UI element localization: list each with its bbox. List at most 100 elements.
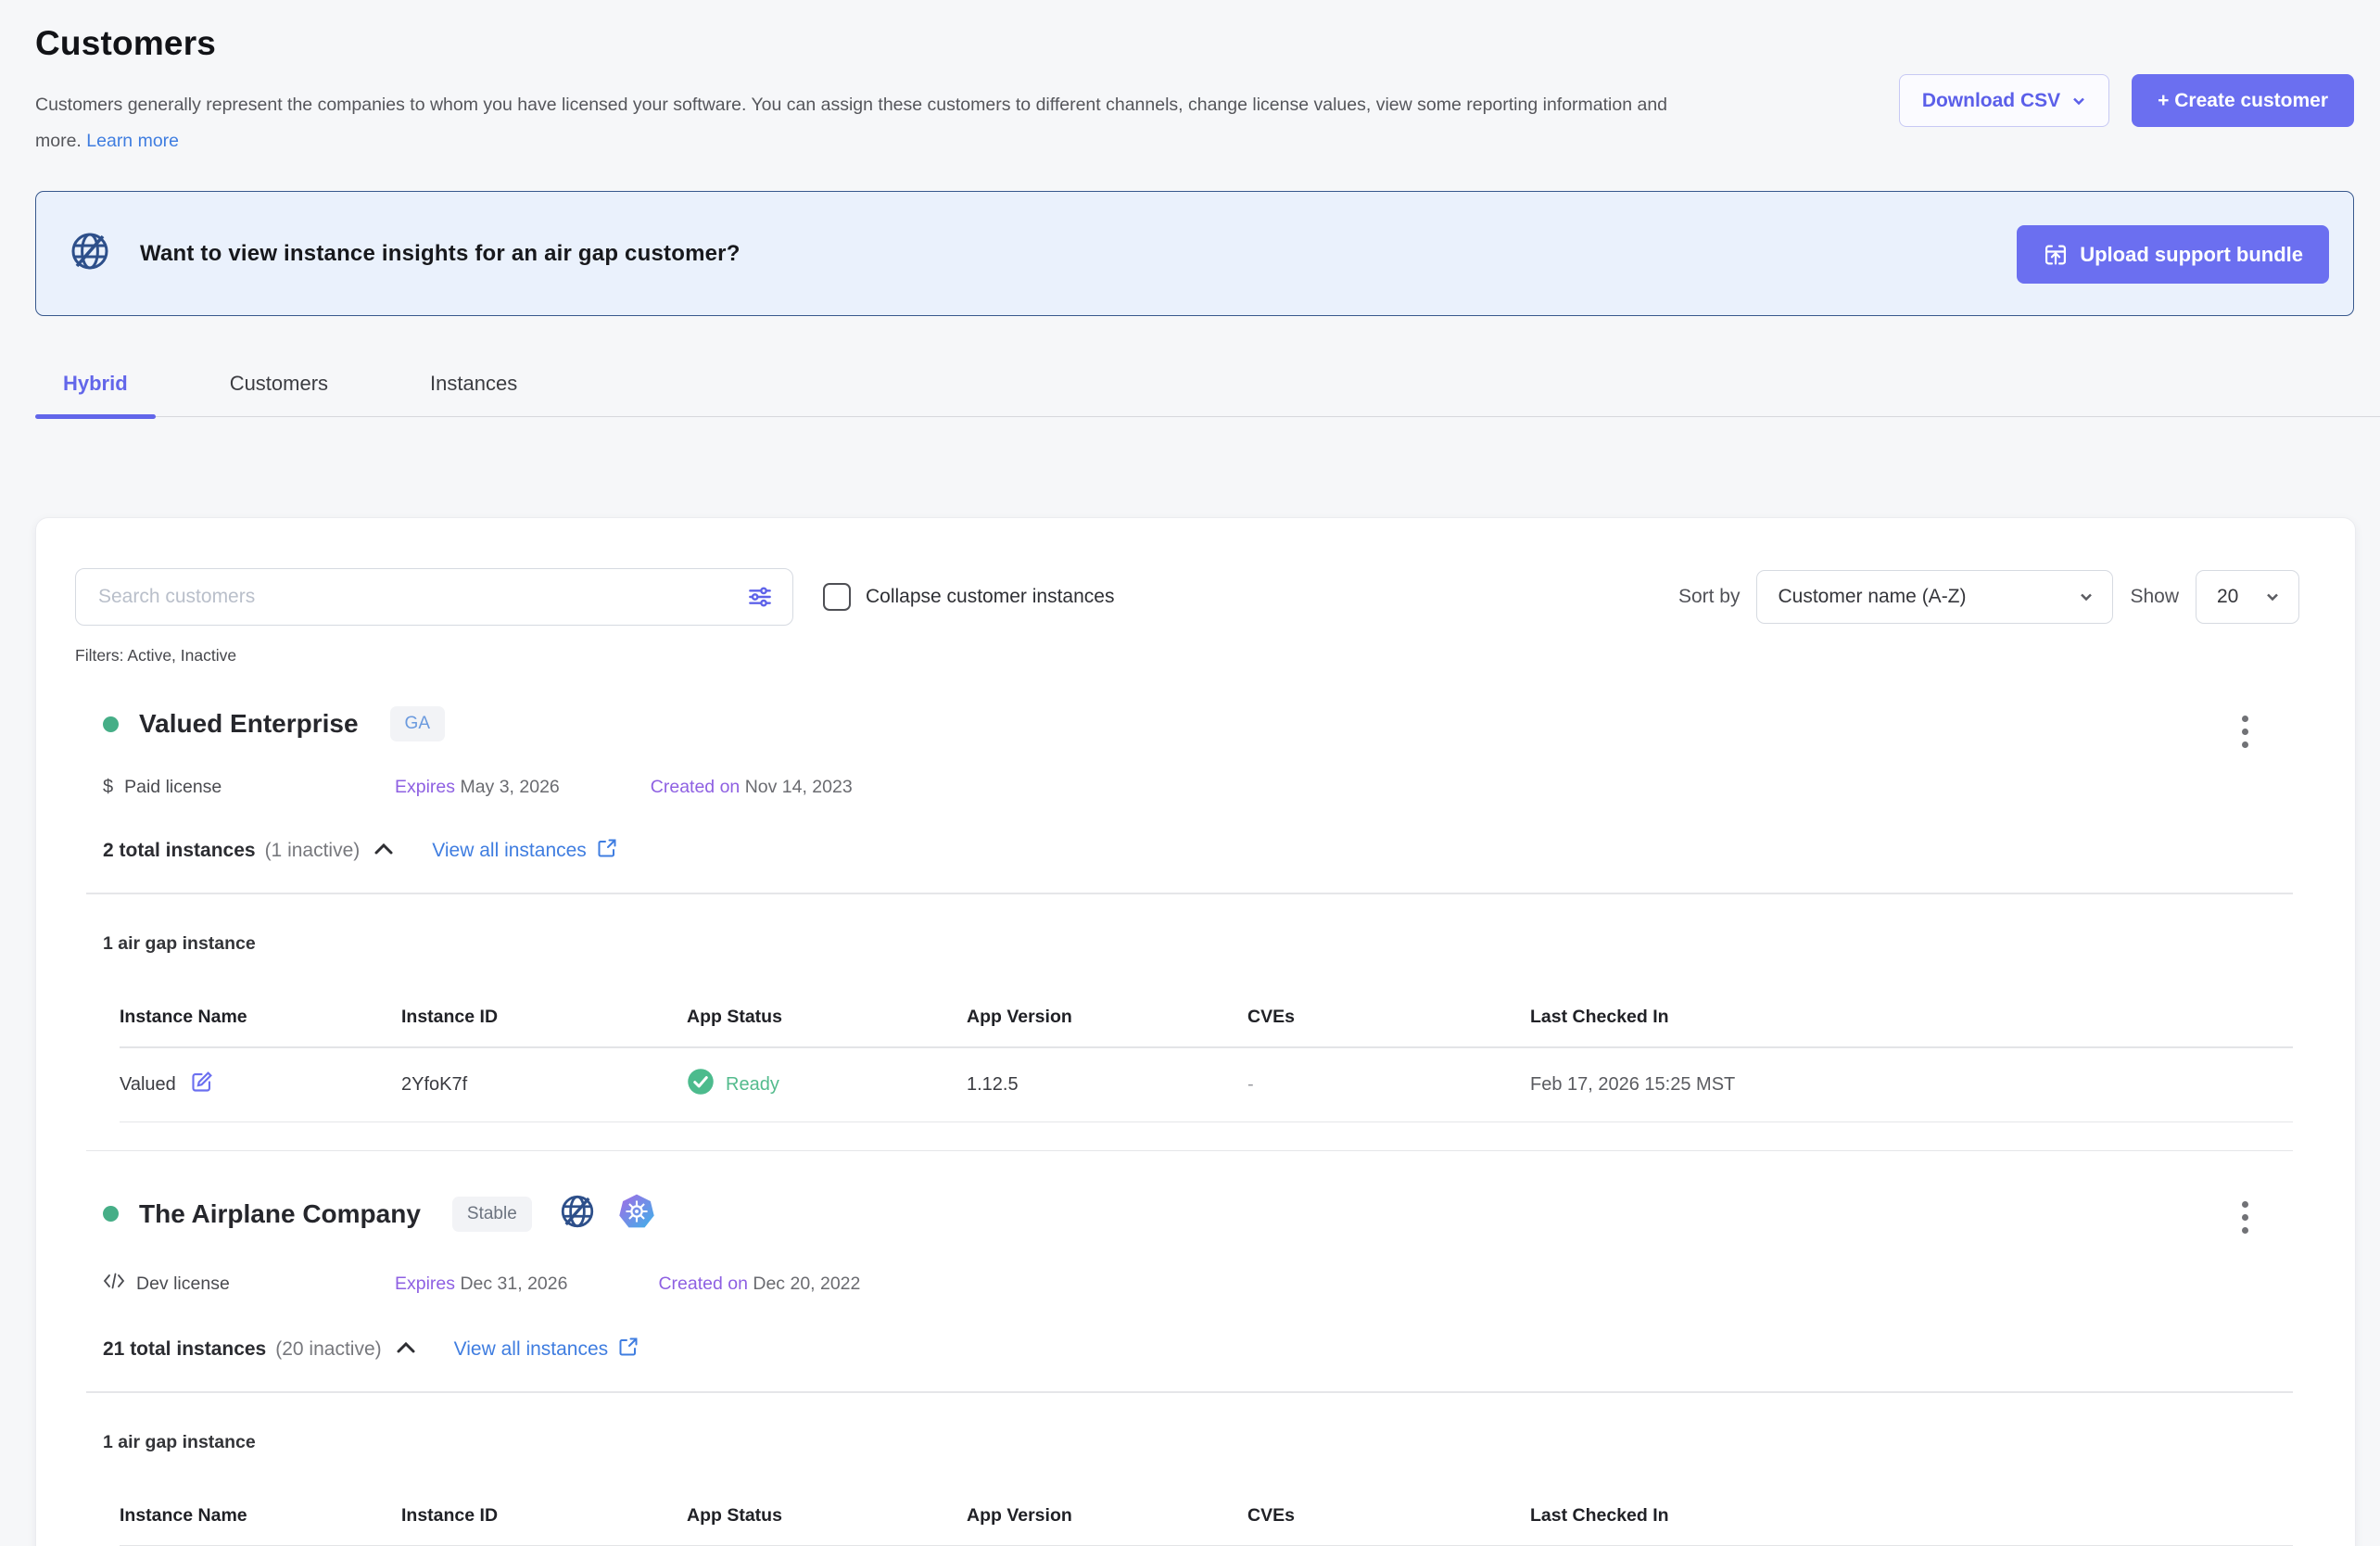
- expires-meta: Expires Dec 31, 2026: [395, 1274, 567, 1295]
- last-checked-in: Feb 17, 2026 15:25 MST: [1530, 1074, 2293, 1096]
- active-filters-text: Filters: Active, Inactive: [75, 646, 2316, 665]
- view-all-instances-label: View all instances: [454, 1338, 609, 1361]
- airgap-globe-icon: [558, 1192, 597, 1236]
- chevron-down-icon: [2265, 589, 2280, 604]
- airgap-insights-banner: Want to view instance insights for an ai…: [35, 191, 2354, 316]
- upload-support-bundle-label: Upload support bundle: [2080, 243, 2303, 267]
- license-type: $ Paid license: [103, 777, 395, 798]
- customer-icons: [558, 1192, 656, 1236]
- active-status-dot: [103, 1206, 119, 1222]
- customer-name: Valued Enterprise: [139, 709, 359, 739]
- expires-value: Dec 31, 2026: [460, 1274, 567, 1294]
- download-csv-button[interactable]: Download CSV: [1899, 74, 2109, 127]
- customer-actions-menu-button[interactable]: [2238, 716, 2251, 748]
- column-header: App Version: [967, 1007, 1247, 1028]
- airgap-instance-heading: 1 air gap instance: [103, 1432, 2316, 1453]
- upload-support-bundle-button[interactable]: Upload support bundle: [2017, 225, 2329, 284]
- show-count-value: 20: [2217, 586, 2238, 608]
- app-version: 1.12.5: [967, 1074, 1247, 1096]
- customer-actions-menu-button[interactable]: [2238, 1201, 2251, 1234]
- total-instances-count: 2 total instances: [103, 840, 256, 862]
- collapse-instances-toggle[interactable]: [395, 1339, 417, 1361]
- airgap-instance-heading: 1 air gap instance: [103, 933, 2316, 955]
- customer-section: The Airplane Company Stable: [75, 1151, 2316, 1546]
- airgap-banner-icon: [68, 229, 112, 278]
- column-header: CVEs: [1247, 1505, 1530, 1527]
- external-link-slot: [617, 1336, 639, 1363]
- column-header: Last Checked In: [1530, 1505, 2293, 1527]
- instance-row: Valued 2YfoK7f Ready 1.12.5 - Feb 17, 20…: [120, 1048, 2293, 1122]
- expires-value: May 3, 2026: [460, 777, 559, 797]
- external-link-icon: [617, 1336, 639, 1363]
- tab-hybrid[interactable]: Hybrid: [35, 359, 156, 416]
- license-type: Dev license: [103, 1271, 395, 1297]
- dev-license-code-icon: [103, 1271, 125, 1297]
- view-all-instances-link[interactable]: View all instances: [432, 837, 618, 865]
- external-link-icon: [596, 837, 618, 865]
- view-all-instances-link[interactable]: View all instances: [454, 1336, 640, 1363]
- instance-id: 2YfoK7f: [401, 1074, 687, 1096]
- external-link-slot: [596, 837, 618, 865]
- created-on-value: Nov 14, 2023: [745, 777, 853, 797]
- inactive-instances-count: (1 inactive): [265, 840, 361, 862]
- sort-by-select[interactable]: Customer name (A-Z): [1756, 570, 2113, 624]
- expires-label: Expires: [395, 777, 455, 797]
- column-header: Instance ID: [401, 1505, 687, 1527]
- app-status: Ready: [726, 1074, 779, 1096]
- filter-sliders-icon[interactable]: [745, 582, 775, 612]
- inactive-instances-count: (20 inactive): [275, 1338, 381, 1361]
- column-header: App Version: [967, 1505, 1247, 1527]
- check-icon-slot: [687, 1068, 715, 1101]
- collapse-instances-checkbox-row[interactable]: Collapse customer instances: [823, 583, 1114, 611]
- show-label: Show: [2130, 586, 2179, 608]
- collapse-instances-toggle[interactable]: [373, 841, 395, 862]
- column-header: App Status: [687, 1007, 967, 1028]
- column-header: App Status: [687, 1505, 967, 1527]
- customer-name: The Airplane Company: [139, 1199, 421, 1229]
- learn-more-link[interactable]: Learn more: [86, 131, 179, 151]
- paid-license-dollar-icon: $: [103, 777, 113, 798]
- collapse-instances-label: Collapse customer instances: [866, 586, 1114, 608]
- column-header: Instance Name: [120, 1007, 401, 1028]
- created-meta: Created on Nov 14, 2023: [651, 777, 853, 798]
- collapse-instances-checkbox[interactable]: [823, 583, 851, 611]
- license-label: Dev license: [136, 1274, 230, 1295]
- divider: [86, 1391, 2293, 1393]
- tab-customers[interactable]: Customers: [202, 359, 356, 416]
- tab-instances[interactable]: Instances: [402, 359, 545, 416]
- create-customer-label: + Create customer: [2158, 90, 2328, 112]
- instance-table-header: Instance NameInstance IDApp StatusApp Ve…: [120, 982, 2293, 1048]
- instance-name: Valued: [120, 1074, 176, 1096]
- collapse-chevron-up-icon: [373, 841, 395, 862]
- license-label: Paid license: [124, 777, 222, 798]
- create-customer-button[interactable]: + Create customer: [2132, 74, 2354, 127]
- banner-title: Want to view instance insights for an ai…: [140, 241, 741, 267]
- search-input[interactable]: [75, 568, 793, 626]
- expires-label: Expires: [395, 1274, 455, 1294]
- edit-instance-icon[interactable]: [189, 1070, 214, 1100]
- view-tabs: Hybrid Customers Instances: [35, 359, 2380, 417]
- channel-badge: Stable: [452, 1197, 532, 1232]
- description-text: Customers generally represent the compan…: [35, 95, 1667, 151]
- chevron-down-icon: [2079, 589, 2094, 604]
- active-status-dot: [103, 716, 119, 732]
- created-on-value: Dec 20, 2022: [753, 1274, 860, 1294]
- created-on-label: Created on: [658, 1274, 747, 1294]
- total-instances-count: 21 total instances: [103, 1338, 266, 1361]
- license-icon-slot: [103, 1271, 125, 1297]
- instance-table-header: Instance NameInstance IDApp StatusApp Ve…: [120, 1481, 2293, 1546]
- kubernetes-icon: [617, 1192, 656, 1236]
- license-icon-slot: $: [103, 777, 113, 798]
- download-csv-label: Download CSV: [1922, 90, 2060, 112]
- divider: [86, 893, 2293, 894]
- instance-table-body: Valued 2YfoK7f Ready 1.12.5 - Feb 17, 20…: [120, 1048, 2293, 1122]
- show-count-select[interactable]: 20: [2196, 570, 2299, 624]
- cves-value: -: [1247, 1074, 1530, 1096]
- upload-icon: [2043, 242, 2069, 268]
- sort-by-value: Customer name (A-Z): [1778, 586, 1966, 608]
- column-header: CVEs: [1247, 1007, 1530, 1028]
- instance-table: Instance NameInstance IDApp StatusApp Ve…: [120, 982, 2293, 1122]
- edit-icon-slot: [189, 1070, 214, 1100]
- customers-page: Customers Customers generally represent …: [0, 0, 2380, 1546]
- channel-badge: GA: [390, 706, 445, 741]
